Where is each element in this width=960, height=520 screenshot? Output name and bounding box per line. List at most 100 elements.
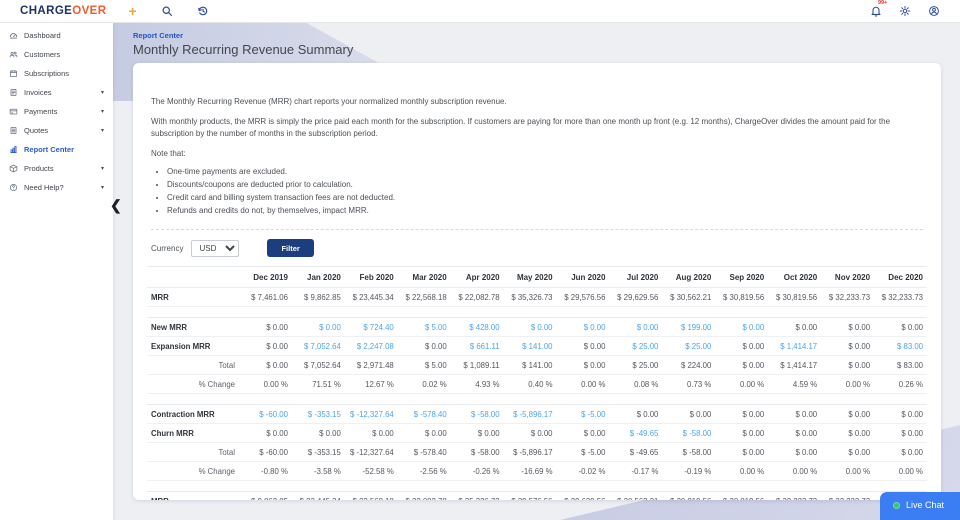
cell-value-link[interactable]: $ -578.40 (397, 404, 451, 424)
sidebar-item-payments[interactable]: Payments ▾ (0, 102, 113, 121)
description-paragraph-1: The Monthly Recurring Revenue (MRR) char… (151, 97, 507, 106)
sidebar-item-subscriptions[interactable]: Subscriptions (0, 64, 113, 83)
cell-value-link[interactable]: $ 141.00 (503, 336, 557, 356)
breadcrumb[interactable]: Report Center (133, 31, 183, 40)
cell-value: 0.73 % (662, 374, 716, 394)
cell-value-link[interactable]: $ 0.00 (291, 317, 345, 337)
cell-value: $ 0.00 (874, 317, 927, 337)
description-note: Note that: (151, 149, 186, 158)
cell-value: $ -5.00 (556, 442, 610, 462)
cell-value: $ 0.00 (715, 404, 769, 424)
section-gap-cell (147, 393, 927, 405)
cell-value: $ 30,562.21 (609, 491, 663, 500)
row-label-column-header (147, 266, 239, 288)
currency-label: Currency (151, 243, 184, 253)
cell-value-link[interactable]: $ -5,896.17 (503, 404, 557, 424)
sidebar-item-label: Invoices (24, 88, 52, 97)
column-header: Jul 2020 (609, 266, 663, 288)
sidebar-item-quotes[interactable]: Quotes ▾ (0, 121, 113, 140)
cell-value: -52.58 % (344, 461, 398, 481)
cell-value-link[interactable]: $ 83.00 (874, 336, 927, 356)
chargeover-logo[interactable]: CHARGEOVER (20, 5, 106, 17)
cell-value-link[interactable]: $ 1,414.17 (768, 336, 822, 356)
cell-value-link[interactable]: $ -5.00 (556, 404, 610, 424)
column-header: Nov 2020 (821, 266, 875, 288)
sidebar-item-need-help[interactable]: Need Help? ▾ (0, 178, 113, 197)
cell-value: $ 22,568.18 (397, 287, 451, 307)
cell-value-link[interactable]: $ -60.00 (239, 404, 292, 424)
cell-value: $ 0.00 (768, 317, 822, 337)
products-icon (9, 164, 18, 173)
section-gap-cell (147, 480, 927, 492)
chevron-down-icon: ▾ (100, 128, 104, 134)
sidebar-item-label: Report Center (24, 145, 75, 154)
sidebar-item-label: Need Help? (24, 183, 64, 192)
notification-count-badge: 99+ (878, 0, 888, 6)
cell-value: $ 30,562.21 (662, 287, 716, 307)
cell-value: 71.51 % (291, 374, 345, 394)
cell-value: $ 0.00 (821, 317, 875, 337)
table-section-gap (147, 306, 927, 318)
account-user-icon[interactable] (928, 5, 940, 17)
cell-value-link[interactable]: $ -58.00 (450, 404, 504, 424)
dashboard-icon (9, 31, 18, 40)
cell-value-link[interactable]: $ 0.00 (609, 317, 663, 337)
cell-value-link[interactable]: $ 0.00 (715, 317, 769, 337)
row-label: New MRR (147, 317, 239, 337)
topbar: CHARGEOVER + 99+ (0, 0, 960, 23)
cell-value: $ -12,327.64 (344, 442, 398, 462)
chevron-down-icon: ▾ (100, 90, 104, 96)
cell-value-link[interactable]: $ 0.00 (556, 317, 610, 337)
cell-value-link[interactable]: $ 7,052.64 (291, 336, 345, 356)
cell-value: 0.00 % (874, 461, 927, 481)
sidebar-collapse-icon[interactable]: ❮ (110, 197, 122, 214)
sidebar-item-dashboard[interactable]: Dashboard (0, 26, 113, 45)
description-bullet: Discounts/coupons are deducted prior to … (167, 179, 923, 191)
cell-value: $ 30,819.56 (662, 491, 716, 500)
mrr-table-wrap: Dec 2019 Jan 2020 Feb 2020 Mar 2020 Apr 2020… (147, 266, 927, 500)
subscriptions-icon (9, 69, 18, 78)
cell-value-link[interactable]: $ 25.00 (609, 336, 663, 356)
history-icon[interactable] (197, 5, 209, 17)
logo-over-text: OVER (72, 5, 107, 17)
cell-value-link[interactable]: $ 5.00 (397, 317, 451, 337)
column-header: Jan 2020 (291, 266, 345, 288)
cell-value-link[interactable]: $ 724.40 (344, 317, 398, 337)
column-header: Dec 2019 (239, 266, 292, 288)
quick-add-icon[interactable]: + (128, 4, 136, 18)
cell-value: $ -49.65 (609, 442, 663, 462)
cell-value-link[interactable]: $ -58.00 (662, 423, 716, 443)
cell-value: $ 32,233.73 (768, 491, 822, 500)
filter-button[interactable]: Filter (267, 239, 314, 257)
sidebar-item-customers[interactable]: Customers (0, 45, 113, 64)
cell-value: $ 0.00 (821, 442, 875, 462)
cell-value-link[interactable]: $ 0.00 (503, 317, 557, 337)
cell-value-link[interactable]: $ -49.65 (609, 423, 663, 443)
sidebar-item-invoices[interactable]: Invoices ▾ (0, 83, 113, 102)
cell-value-link[interactable]: $ -353.15 (291, 404, 345, 424)
cell-value: $ -58.00 (450, 442, 504, 462)
cell-value: $ 0.00 (768, 442, 822, 462)
cell-value: 0.00 % (768, 461, 822, 481)
cell-value-link[interactable]: $ 25.00 (662, 336, 716, 356)
cell-value-link[interactable]: $ 428.00 (450, 317, 504, 337)
live-chat-button[interactable]: Live Chat (879, 492, 960, 520)
cell-value: $ 9,862.85 (291, 287, 345, 307)
description-bullet: Credit card and billing system transacti… (167, 192, 923, 204)
currency-select[interactable]: USD (191, 239, 240, 257)
cell-value: $ 0.00 (239, 355, 292, 375)
search-icon[interactable] (161, 5, 173, 17)
cell-value-link[interactable]: $ 199.00 (662, 317, 716, 337)
sidebar-item-report-center[interactable]: Report Center (0, 140, 113, 159)
sidebar-item-products[interactable]: Products ▾ (0, 159, 113, 178)
cell-value-link[interactable]: $ 661.11 (450, 336, 504, 356)
cell-value: $ 29,576.56 (556, 287, 610, 307)
cell-value: -16.69 % (503, 461, 557, 481)
cell-value-link[interactable]: $ -12,327.64 (344, 404, 398, 424)
notifications-bell-icon[interactable]: 99+ (870, 0, 887, 17)
cell-value-link[interactable]: $ 2,247.08 (344, 336, 398, 356)
reports-icon (9, 145, 18, 154)
settings-gear-icon[interactable] (899, 5, 911, 17)
cell-value: $ 0.00 (821, 336, 875, 356)
logo-charge-text: CHARGE (20, 5, 73, 17)
